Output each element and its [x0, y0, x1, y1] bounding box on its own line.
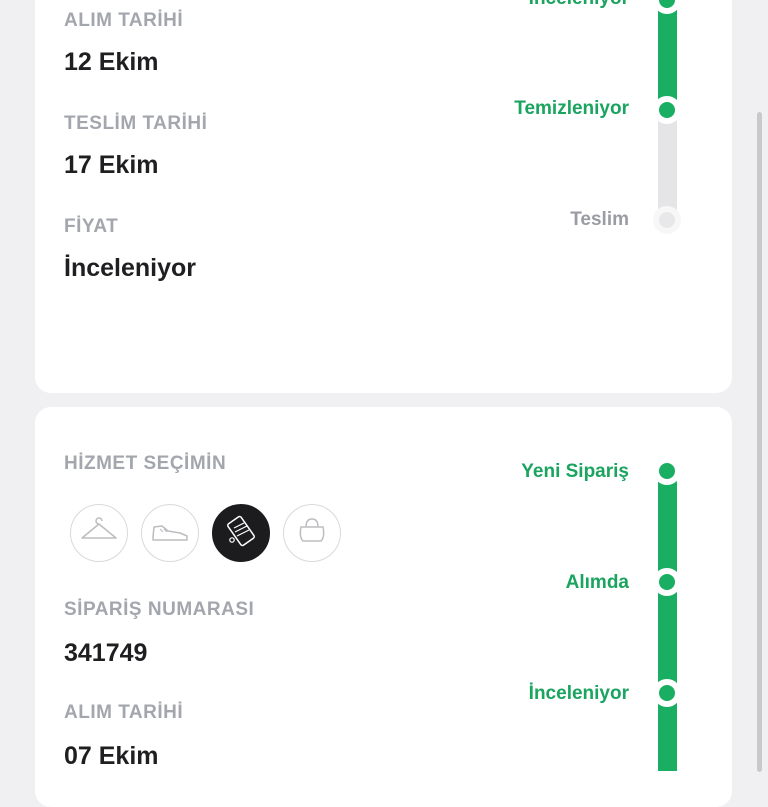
pickup-date-value: 07 Ekim [64, 742, 159, 770]
order-card-1: ALIM TARİHİ 12 Ekim TESLİM TARİHİ 17 Eki… [35, 0, 732, 393]
service-selection-label: HİZMET SEÇİMİN [64, 453, 227, 474]
timeline-step-label: İnceleniyor [528, 683, 629, 704]
timeline-step-dot-pending [653, 206, 681, 234]
timeline-step-label: İnceleniyor [529, 0, 629, 10]
service-pattern-cloth-button[interactable] [212, 504, 270, 562]
pickup-date-value: 12 Ekim [64, 48, 159, 76]
order-number-label: SİPARİŞ NUMARASI [64, 599, 255, 620]
timeline-step-label: Temizleniyor [514, 98, 629, 119]
service-sneaker-button[interactable] [141, 504, 199, 562]
sneaker-icon [150, 517, 190, 550]
timeline-track-done [658, 471, 677, 771]
order-card-2: HİZMET SEÇİMİN SİPARİŞ NUMARASI 341749 A… [35, 407, 732, 807]
pattern-cloth-icon [222, 512, 260, 555]
timeline-track-pending [658, 110, 677, 220]
delivery-date-value: 17 Ekim [64, 151, 159, 179]
service-hanger-button[interactable] [70, 504, 128, 562]
price-label: FİYAT [64, 216, 119, 237]
price-value: İnceleniyor [64, 254, 196, 282]
service-bag-button[interactable] [283, 504, 341, 562]
timeline-track-done [658, 0, 677, 110]
timeline-step-label: Teslim [570, 209, 629, 230]
timeline-step-dot [653, 457, 681, 485]
timeline-step-dot [653, 96, 681, 124]
timeline-step-dot [653, 679, 681, 707]
pickup-date-label: ALIM TARİHİ [64, 702, 184, 723]
pickup-date-label: ALIM TARİHİ [64, 10, 184, 31]
timeline-step-label: Yeni Sipariş [521, 461, 629, 482]
order-number-value: 341749 [64, 639, 148, 667]
timeline-step-dot [653, 568, 681, 596]
hanger-icon [79, 516, 119, 551]
bag-icon [295, 515, 329, 552]
timeline-step-label: Alımda [565, 572, 629, 593]
scrollbar[interactable] [757, 112, 762, 772]
delivery-date-label: TESLİM TARİHİ [64, 113, 208, 134]
